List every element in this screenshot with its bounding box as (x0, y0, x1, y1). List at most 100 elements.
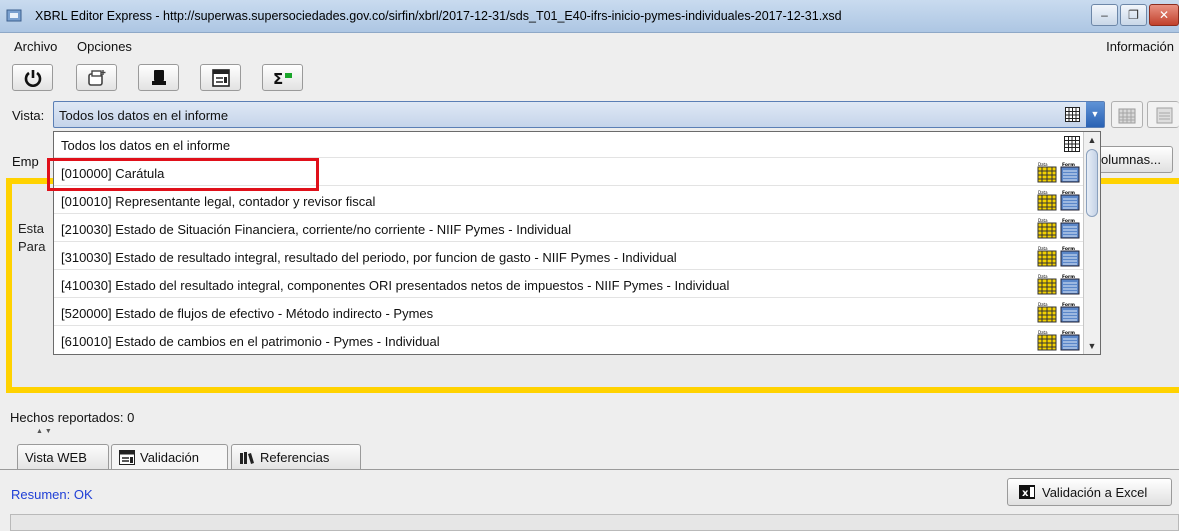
sigma-icon: Σ (273, 70, 292, 87)
tab-vista-web[interactable]: Vista WEB (17, 444, 109, 470)
window-title: XBRL Editor Express - http://superwas.su… (35, 9, 842, 23)
svg-text:Form: Form (1062, 190, 1075, 196)
splitter-arrows-icon[interactable]: ▲▼ (36, 428, 54, 435)
tab-validacion[interactable]: Validación (111, 444, 228, 470)
vista-combobox[interactable]: Todos los datos en el informe ▼ (53, 101, 1105, 128)
svg-text:Form: Form (1062, 330, 1075, 336)
list-item-label: [610010] Estado de cambios en el patrimo… (61, 334, 440, 349)
title-bar: XBRL Editor Express - http://superwas.su… (0, 0, 1179, 33)
list-item[interactable]: [010000] Carátula Data Form (54, 160, 1084, 186)
svg-text:x: x (1022, 488, 1029, 499)
vista-selected-value: Todos los datos en el informe (59, 108, 229, 123)
new-document-button[interactable] (76, 64, 117, 91)
resumen-status: Resumen: OK (11, 487, 93, 502)
scroll-up-icon[interactable]: ▲ (1084, 132, 1100, 148)
svg-text:Form: Form (1062, 246, 1075, 252)
scroll-down-icon[interactable]: ▼ (1084, 338, 1100, 354)
hechos-reportados: Hechos reportados: 0 (10, 410, 135, 425)
list-item[interactable]: [520000] Estado de flujos de efectivo - … (54, 300, 1084, 326)
sigma-button[interactable]: Σ (262, 64, 303, 91)
chevron-down-icon[interactable]: ▼ (1086, 102, 1104, 127)
form-icon: Form (1060, 302, 1080, 323)
list-item[interactable]: [010010] Representante legal, contador y… (54, 188, 1084, 214)
toolbar: Σ (0, 59, 1179, 99)
list-item[interactable]: [210030] Estado de Situación Financiera,… (54, 216, 1084, 242)
svg-text:Data: Data (1038, 162, 1048, 167)
svg-text:Data: Data (1038, 302, 1048, 307)
form-view-button[interactable] (1147, 101, 1179, 128)
list-item[interactable]: [410030] Estado del resultado integral, … (54, 272, 1084, 298)
new-document-icon (87, 69, 105, 86)
svg-text:Form: Form (1062, 218, 1075, 224)
form-icon (211, 68, 230, 87)
form-icon: Form (1060, 330, 1080, 351)
list-item-label: [010000] Carátula (61, 166, 165, 181)
menu-opciones[interactable]: Opciones (77, 39, 132, 54)
svg-text:Form: Form (1062, 274, 1075, 280)
list-item-label: [410030] Estado del resultado integral, … (61, 278, 730, 293)
close-button[interactable]: ✕ (1149, 4, 1179, 26)
data-table-icon: Data (1037, 190, 1057, 211)
stamp-button[interactable] (138, 64, 179, 91)
tab-referencias[interactable]: Referencias (231, 444, 361, 470)
scrollbar-thumb[interactable] (1086, 149, 1098, 217)
data-grid-icon (1118, 108, 1136, 123)
books-icon (240, 451, 254, 464)
data-table-icon: Data (1037, 246, 1057, 267)
panel-text-line2: Para (18, 239, 46, 254)
data-table-icon: Data (1037, 218, 1057, 239)
panel-text-line1: Esta (18, 221, 45, 236)
form-icon: Form (1060, 162, 1080, 183)
data-table-icon: Data (1037, 302, 1057, 323)
list-item-label: [210030] Estado de Situación Financiera,… (61, 222, 572, 237)
validation-output-area (10, 514, 1179, 531)
list-item-label: [520000] Estado de flujos de efectivo - … (61, 306, 434, 321)
list-item[interactable]: [310030] Estado de resultado integral, r… (54, 244, 1084, 270)
svg-text:Form: Form (1062, 302, 1075, 308)
data-grid-view-button[interactable] (1111, 101, 1143, 128)
excel-button-label: Validación a Excel (1042, 484, 1148, 500)
power-icon (24, 69, 41, 87)
menu-informacion[interactable]: Información (1106, 39, 1174, 54)
maximize-button[interactable]: ❐ (1120, 4, 1147, 26)
list-item[interactable]: [610010] Estado de cambios en el patrimo… (54, 328, 1084, 354)
list-item-label: [310030] Estado de resultado integral, r… (61, 250, 677, 265)
form-icon: Form (1060, 218, 1080, 239)
vista-dropdown-list: Todos los datos en el informe [010000] C… (53, 131, 1101, 355)
list-item-label: [010010] Representante legal, contador y… (61, 194, 376, 209)
empresa-label: Emp (12, 154, 39, 169)
excel-icon: x (1019, 485, 1035, 499)
validation-icon (119, 450, 135, 465)
form-icon: Form (1060, 190, 1080, 211)
data-table-icon: Data (1037, 274, 1057, 295)
form-icon: Form (1060, 246, 1080, 267)
data-table-icon: Data (1037, 330, 1057, 351)
tab-label: Vista WEB (25, 449, 87, 465)
vista-label: Vista: (12, 108, 45, 123)
svg-text:Data: Data (1038, 218, 1048, 223)
list-item[interactable]: Todos los datos en el informe (54, 132, 1084, 158)
table-grid-icon (1065, 107, 1080, 122)
stamp-icon (151, 69, 166, 85)
validacion-excel-button[interactable]: x Validación a Excel (1007, 478, 1172, 506)
form-view-icon (1156, 107, 1172, 123)
dropdown-scrollbar[interactable]: ▲ ▼ (1083, 132, 1100, 354)
svg-text:Data: Data (1038, 274, 1048, 279)
menu-bar: Archivo Opciones Información (0, 33, 1179, 59)
power-button[interactable] (12, 64, 53, 91)
minimize-button[interactable]: – (1091, 4, 1118, 26)
list-item-label: Todos los datos en el informe (61, 138, 231, 153)
svg-text:Data: Data (1038, 330, 1048, 335)
form-icon: Form (1060, 274, 1080, 295)
svg-text:Data: Data (1038, 246, 1048, 251)
menu-archivo[interactable]: Archivo (14, 39, 57, 54)
tab-divider (0, 469, 1179, 470)
svg-text:Data: Data (1038, 190, 1048, 195)
svg-text:Σ: Σ (273, 70, 283, 87)
app-icon (6, 9, 22, 22)
columnas-button[interactable]: olumnas... (1098, 146, 1173, 173)
data-table-icon: Data (1037, 162, 1057, 183)
svg-text:Form: Form (1062, 162, 1075, 168)
form-button[interactable] (200, 64, 241, 91)
tab-label: Validación (140, 449, 200, 465)
